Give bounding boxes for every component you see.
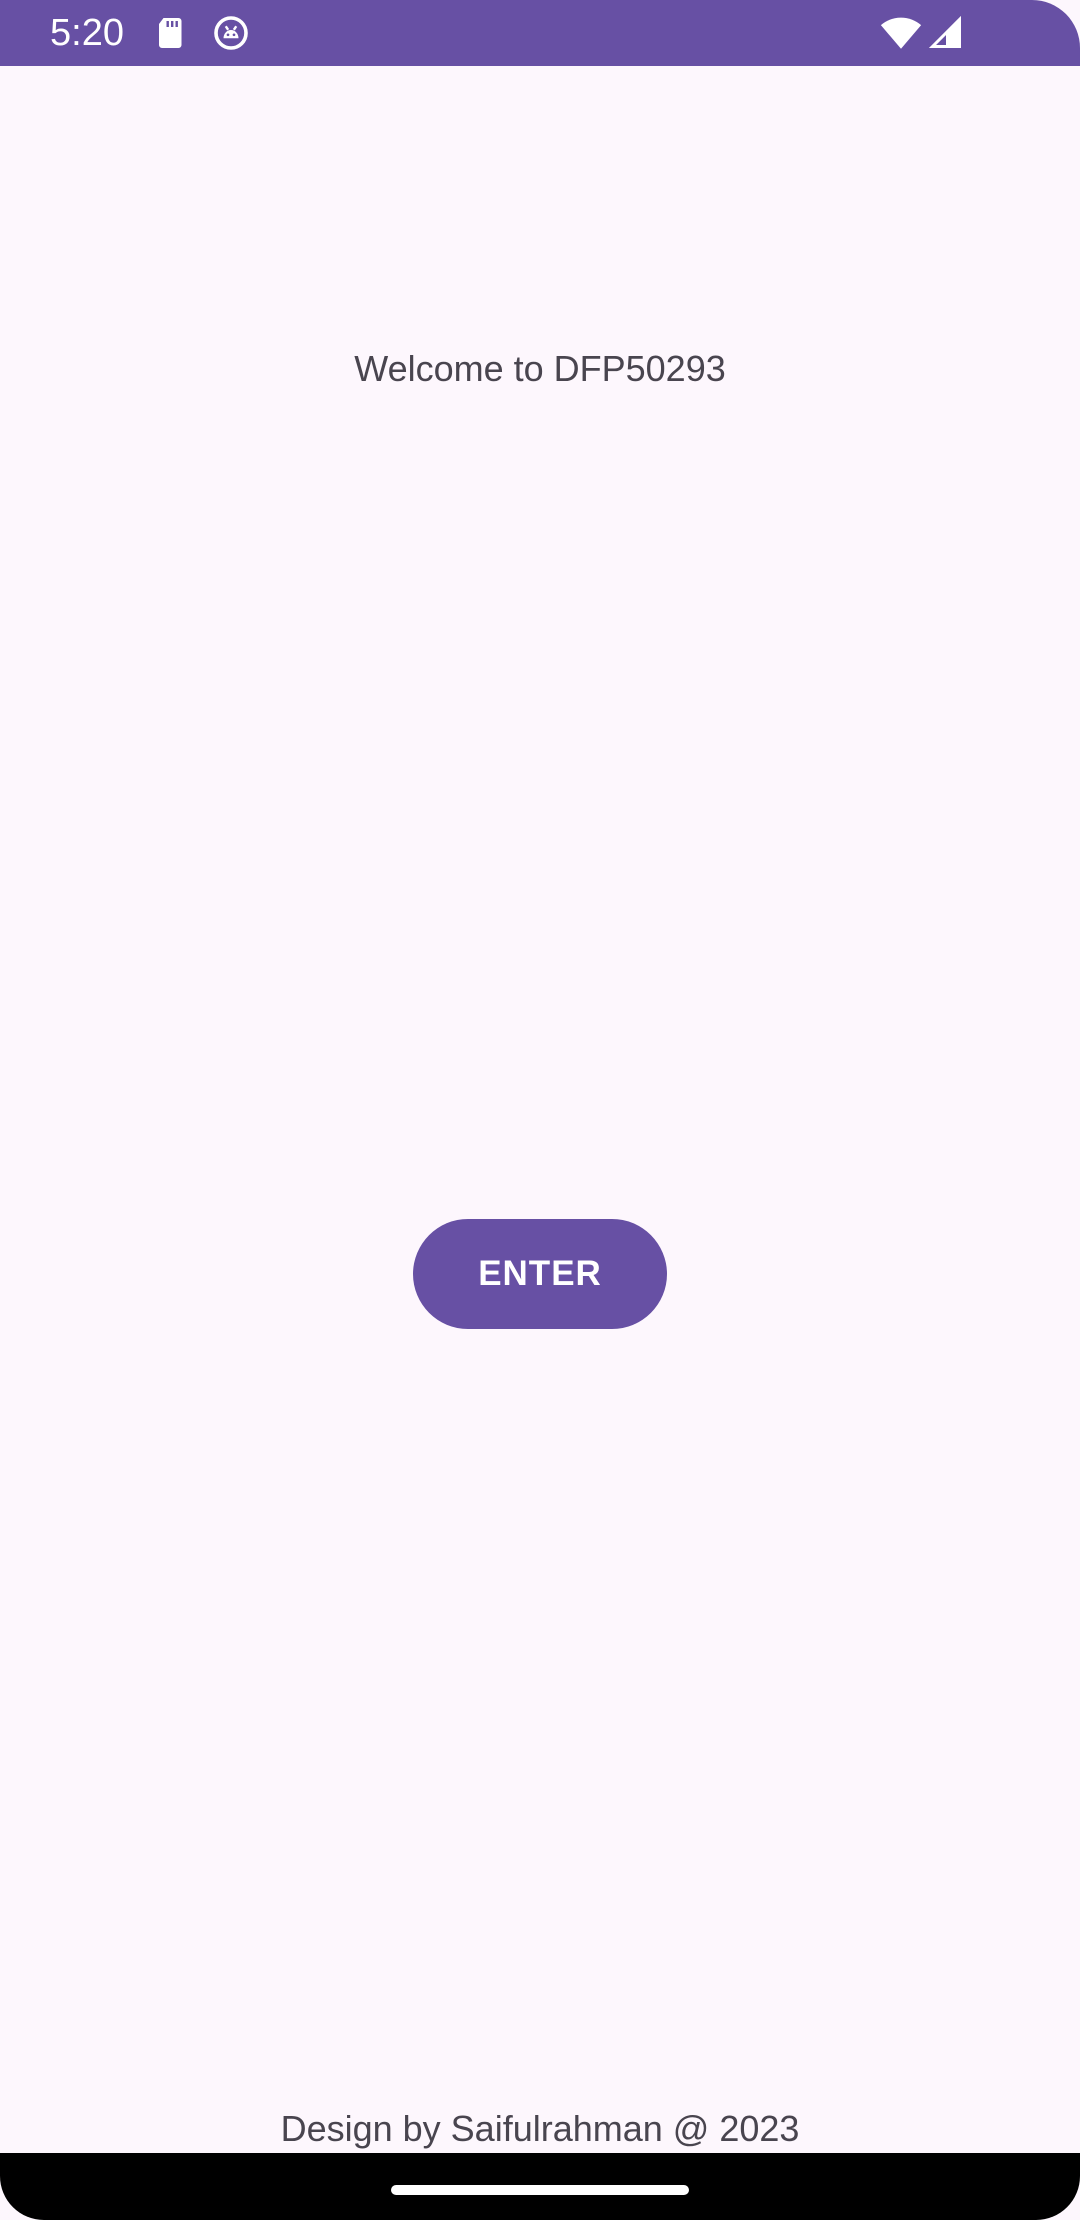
status-time: 5:20 <box>50 12 124 54</box>
home-gesture-handle[interactable] <box>391 2185 689 2195</box>
footer-credit: Design by Saifulrahman @ 2023 <box>280 2108 800 2149</box>
sd-card-icon <box>153 15 189 51</box>
enter-button[interactable]: ENTER <box>413 1219 667 1329</box>
cellular-signal-icon <box>928 15 964 51</box>
status-bar: 5:20 <box>0 0 1080 66</box>
android-debug-icon <box>213 15 249 51</box>
navigation-bar <box>0 2153 1080 2220</box>
welcome-text: Welcome to DFP50293 <box>354 348 726 389</box>
app-screen: 5:20 Welcome to DFP50293 ENTER Design by… <box>0 0 1080 2220</box>
wifi-icon <box>880 15 922 51</box>
